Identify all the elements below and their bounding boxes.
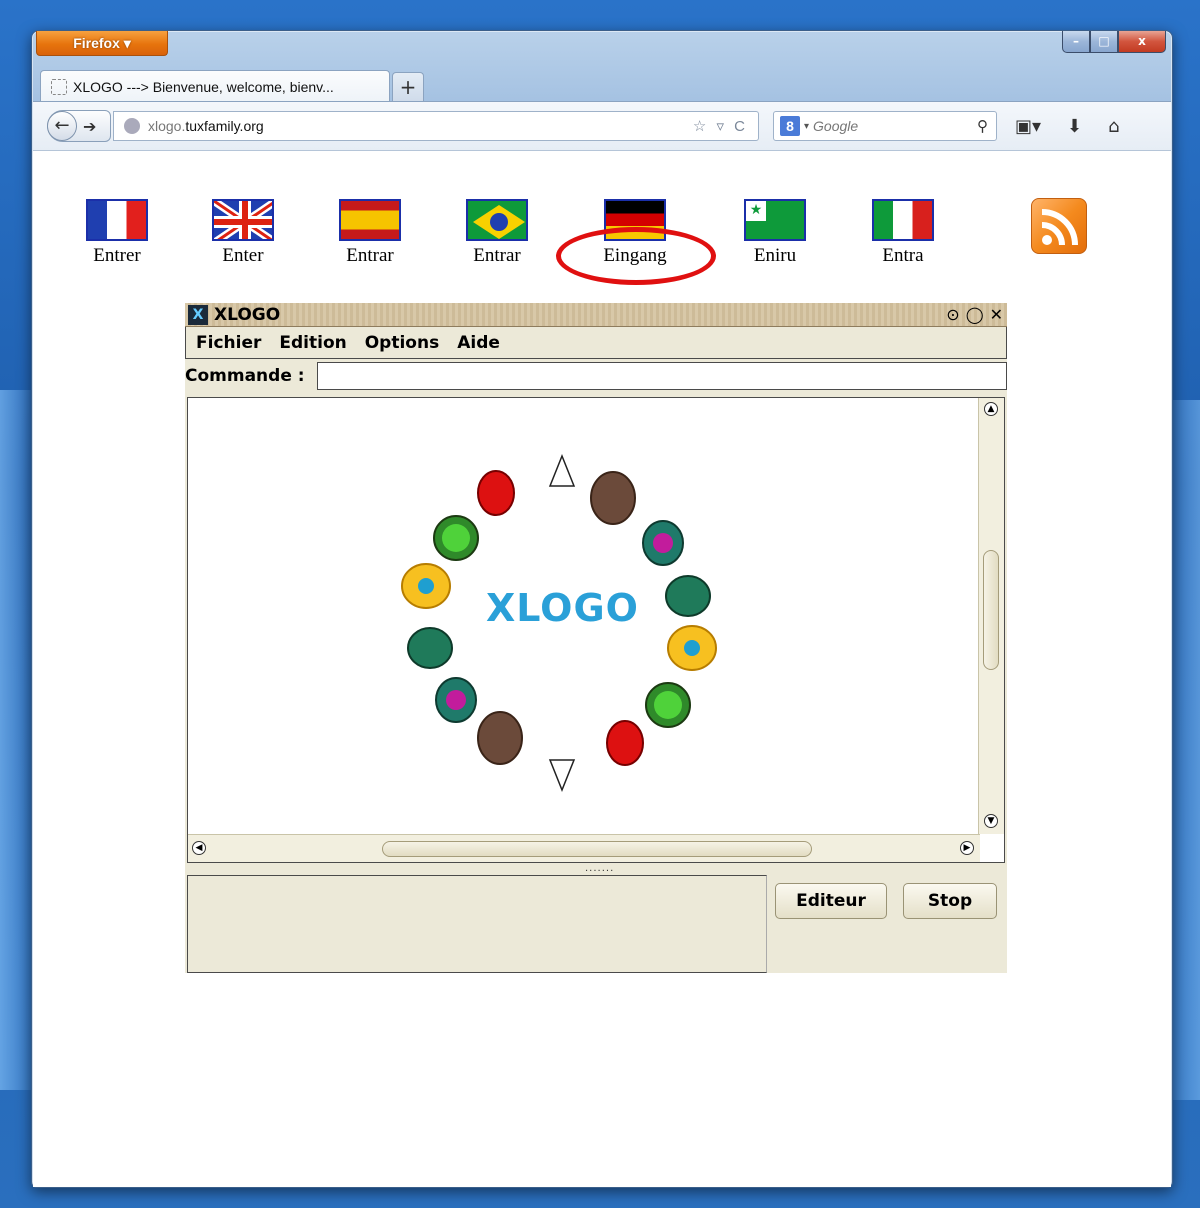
- minimize-button[interactable]: –: [1062, 31, 1090, 53]
- stop-button[interactable]: Stop: [903, 883, 997, 919]
- toolbar-icons: ▣▾ ⬇ ⌂: [1015, 116, 1120, 137]
- xlogo-app-icon: X: [188, 304, 208, 325]
- firefox-window: Firefox ▾ – □ x XLOGO ---> Bienvenue, we…: [31, 30, 1173, 1188]
- forward-arrow-icon[interactable]: ➔: [83, 117, 96, 136]
- language-link-esperanto[interactable]: ★ Eniru: [743, 199, 807, 267]
- horizontal-scrollbar[interactable]: ◀ ▶: [188, 834, 980, 862]
- back-forward-group: ← ➔: [47, 110, 111, 142]
- search-icon[interactable]: ⚲: [977, 117, 988, 135]
- search-input[interactable]: Google: [813, 118, 858, 134]
- new-tab-button[interactable]: +: [392, 72, 424, 102]
- language-link-english[interactable]: Enter: [211, 199, 275, 267]
- brazil-flag-icon: [466, 199, 528, 241]
- language-label: Entrer: [93, 245, 141, 266]
- xlogo-title-bar: X XLOGO ⊙ ◯ ✕: [185, 303, 1007, 327]
- uk-flag-icon: [212, 199, 274, 241]
- window-controls: – □ x: [1062, 31, 1166, 53]
- tab-title: XLOGO ---> Bienvenue, welcome, bienv...: [73, 78, 334, 95]
- url-domain: tuxfamily.org: [185, 118, 264, 134]
- xlogo-maximize-icon[interactable]: ◯: [966, 305, 984, 324]
- red-highlight-circle: [556, 227, 716, 285]
- firefox-menu-button[interactable]: Firefox ▾: [36, 31, 168, 56]
- xlogo-menu-bar: Fichier Edition Options Aide: [185, 327, 1007, 359]
- menu-options[interactable]: Options: [365, 333, 439, 353]
- language-label: Eniru: [753, 245, 797, 266]
- bookmark-icon[interactable]: ▣▾: [1015, 116, 1041, 137]
- italy-flag-icon: [872, 199, 934, 241]
- command-label: Commande :: [185, 366, 305, 386]
- menu-aide[interactable]: Aide: [457, 333, 500, 353]
- rss-feed-icon[interactable]: [1031, 198, 1087, 254]
- france-flag-icon: [86, 199, 148, 241]
- scroll-left-icon[interactable]: ◀: [192, 841, 206, 855]
- xlogo-title: XLOGO: [214, 304, 281, 325]
- esperanto-flag-icon: ★: [744, 199, 806, 241]
- search-bar[interactable]: 8 ▾ Google ⚲: [773, 111, 997, 141]
- xlogo-window-controls: ⊙ ◯ ✕: [946, 305, 1003, 324]
- url-host-prefix: xlogo.: [148, 118, 186, 134]
- split-pane-grip[interactable]: .......: [585, 863, 614, 874]
- command-input[interactable]: [317, 362, 1007, 390]
- scroll-up-icon[interactable]: ▲: [984, 402, 998, 416]
- language-label: Entra: [882, 245, 924, 266]
- scroll-right-icon[interactable]: ▶: [960, 841, 974, 855]
- horizontal-scroll-thumb[interactable]: [382, 841, 812, 857]
- language-label: Enter: [222, 245, 264, 266]
- browser-tab[interactable]: XLOGO ---> Bienvenue, welcome, bienv...: [40, 70, 390, 102]
- canvas-logo-text: XLOGO: [486, 586, 639, 630]
- home-icon[interactable]: ⌂: [1108, 116, 1119, 137]
- url-bar[interactable]: xlogo. tuxfamily.org ☆ ▿ C: [113, 111, 759, 141]
- vertical-scroll-thumb[interactable]: [983, 550, 999, 670]
- language-link-portuguese[interactable]: Entrar: [465, 199, 529, 267]
- language-link-french[interactable]: Entrer: [85, 199, 149, 267]
- command-row: Commande :: [185, 361, 1007, 391]
- google-engine-icon[interactable]: 8: [780, 116, 800, 136]
- xlogo-close-icon[interactable]: ✕: [990, 305, 1003, 324]
- page-icon: [51, 78, 67, 95]
- spain-flag-icon: [339, 199, 401, 241]
- navigation-bar: ← ➔ xlogo. tuxfamily.org ☆ ▿ C 8 ▾ Google…: [33, 101, 1171, 151]
- turtle-canvas[interactable]: XLOGO: [188, 398, 978, 834]
- chevron-down-icon[interactable]: ▾: [804, 121, 809, 132]
- language-label: Entrar: [346, 245, 394, 266]
- xlogo-applet: X XLOGO ⊙ ◯ ✕ Fichier Edition Options Ai…: [185, 303, 1007, 973]
- menu-edition[interactable]: Edition: [279, 333, 346, 353]
- history-output-area[interactable]: [187, 875, 767, 973]
- language-link-italian[interactable]: Entra: [871, 199, 935, 267]
- download-icon[interactable]: ⬇: [1067, 116, 1082, 137]
- editor-button[interactable]: Editeur: [775, 883, 887, 919]
- close-button[interactable]: x: [1118, 31, 1166, 53]
- globe-icon: [124, 118, 140, 134]
- page-content: Entrer Enter Entrar Entrar Eingang ★ Eni…: [33, 151, 1171, 1187]
- maximize-button[interactable]: □: [1090, 31, 1118, 53]
- xlogo-minimize-icon[interactable]: ⊙: [946, 305, 959, 324]
- drawing-area: XLOGO ▲ ▼ ◀ ▶: [187, 397, 1005, 863]
- scroll-down-icon[interactable]: ▼: [984, 814, 998, 828]
- vertical-scrollbar[interactable]: ▲ ▼: [978, 398, 1004, 834]
- back-arrow-icon[interactable]: ←: [47, 111, 77, 141]
- language-label: Entrar: [473, 245, 521, 266]
- url-bar-icons[interactable]: ☆ ▿ C: [693, 117, 748, 135]
- menu-fichier[interactable]: Fichier: [196, 333, 261, 353]
- language-link-spanish[interactable]: Entrar: [338, 199, 402, 267]
